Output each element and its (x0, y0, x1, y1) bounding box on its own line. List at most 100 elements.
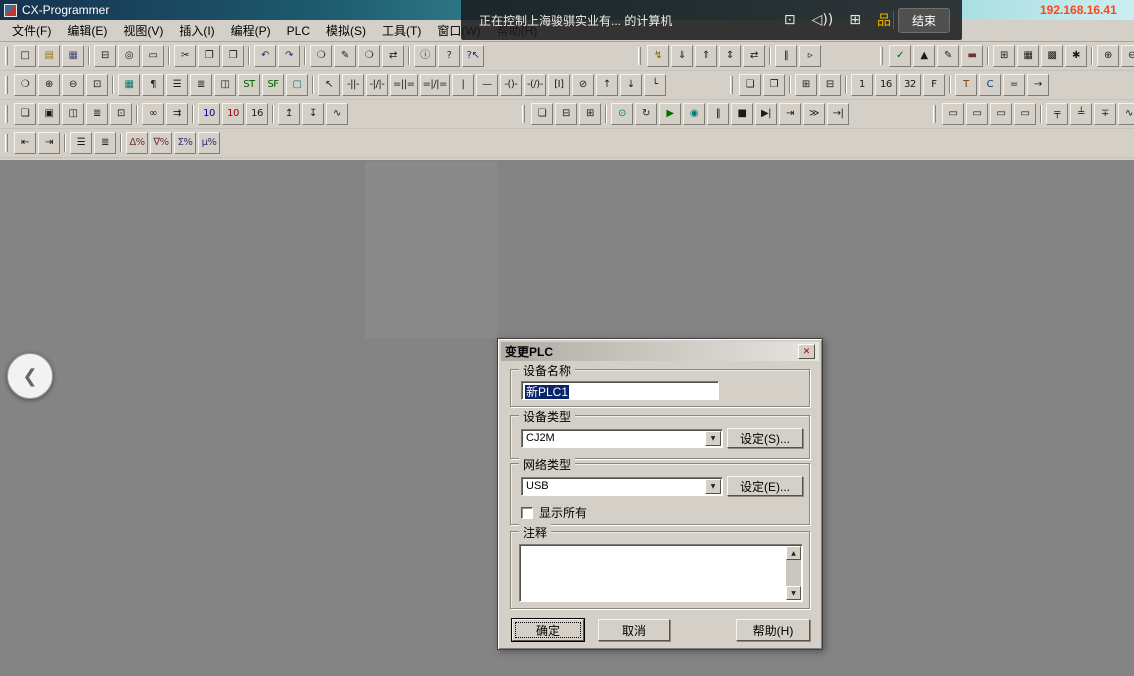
diagram-view-icon[interactable]: ❏ (739, 74, 761, 96)
upload-from-plc-icon[interactable]: ⇑ (695, 45, 717, 67)
force-status-icon[interactable]: ▬ (961, 45, 983, 67)
st-editor-icon[interactable]: ST (238, 74, 260, 96)
undo-icon[interactable]: ↶ (254, 45, 276, 67)
counter-instruction-icon[interactable]: C (979, 74, 1001, 96)
comment-textarea[interactable]: ▲ ▼ (519, 544, 803, 602)
fullscreen-icon[interactable]: ⊡ (784, 12, 796, 28)
monitor-resume-icon[interactable]: ▹ (799, 45, 821, 67)
windows-grid-icon[interactable]: ⊞ (849, 12, 861, 28)
data-trace-icon[interactable]: ∿ (326, 103, 348, 125)
rising-edge-icon[interactable]: ↑ (596, 74, 618, 96)
close-icon[interactable]: ✕ (798, 344, 815, 359)
chevron-down-icon[interactable]: ▼ (705, 431, 721, 446)
run-icon[interactable]: ▶ (659, 103, 681, 125)
copy-icon[interactable]: ❐ (198, 45, 220, 67)
sync-transfer-icon[interactable]: ↻ (635, 103, 657, 125)
app-icon[interactable] (4, 4, 17, 17)
magnify-icon[interactable]: ❍ (14, 74, 36, 96)
zoom-in-icon[interactable]: ⊕ (1097, 45, 1119, 67)
holding-memory-icon[interactable]: ▭ (990, 103, 1012, 125)
dword-type-icon[interactable]: 32 (899, 74, 921, 96)
print-icon[interactable]: ⊟ (94, 45, 116, 67)
falling-edge-icon[interactable]: ↓ (620, 74, 642, 96)
scroll-up-icon[interactable]: ▲ (786, 546, 801, 560)
new-file-icon[interactable]: □ (14, 45, 36, 67)
split-window-icon[interactable]: ◫ (62, 103, 84, 125)
device-type-select[interactable]: CJ2M ▼ (521, 429, 723, 448)
toolbar-grip[interactable] (5, 134, 8, 152)
or-contact-open-icon[interactable]: =||= (390, 74, 418, 96)
tile-vertical-icon[interactable]: ⊞ (579, 103, 601, 125)
monitor-decimal-icon[interactable]: 10 (198, 103, 220, 125)
rung-comment-icon[interactable]: ¶ (142, 74, 164, 96)
timer-instruction-icon[interactable]: T (955, 74, 977, 96)
differential-monitor-icon[interactable]: Δ% (126, 132, 148, 154)
replace-icon[interactable]: ✎ (334, 45, 356, 67)
comment-value[interactable] (521, 546, 786, 600)
extended-memory-icon[interactable]: ▭ (1014, 103, 1036, 125)
transfer-io-icon[interactable]: ⇄ (743, 45, 765, 67)
plc-settings-icon[interactable]: ✱ (1065, 45, 1087, 67)
zoom-out-icon[interactable]: ⊖ (62, 74, 84, 96)
cascade-windows-icon[interactable]: ❏ (531, 103, 553, 125)
window-list-icon[interactable]: ≣ (86, 103, 108, 125)
cut-icon[interactable]: ✂ (174, 45, 196, 67)
inverse-icon[interactable]: ⊘ (572, 74, 594, 96)
ok-button[interactable]: 确定 (512, 619, 584, 641)
download-to-plc-icon[interactable]: ⇓ (671, 45, 693, 67)
force-on-icon[interactable]: ╤ (1046, 103, 1068, 125)
chevron-down-icon[interactable]: ▼ (705, 479, 721, 494)
toolbar-grip[interactable] (730, 76, 733, 94)
rung-list-icon[interactable]: ≣ (94, 132, 116, 154)
float-type-icon[interactable]: F (923, 74, 945, 96)
io-memory-icon[interactable]: ▭ (942, 103, 964, 125)
instruction-box-icon[interactable]: [I] (548, 74, 570, 96)
coil-output-icon[interactable]: -()- (500, 74, 522, 96)
device-type-settings-button[interactable]: 设定(S)... (727, 428, 803, 448)
monitor-mode-icon[interactable]: ◉ (683, 103, 705, 125)
online-edit-icon[interactable]: ✎ (937, 45, 959, 67)
back-button[interactable]: ❮ (7, 353, 53, 399)
select-mode-icon[interactable]: ↖ (318, 74, 340, 96)
link-view-icon[interactable]: ∞ (142, 103, 164, 125)
context-help-icon[interactable]: ?↖ (462, 45, 484, 67)
line-connect-icon[interactable]: └ (644, 74, 666, 96)
step-run-icon[interactable]: ▶| (755, 103, 777, 125)
work-online-icon[interactable]: ↯ (647, 45, 669, 67)
monitor-screen-icon[interactable]: ▢ (286, 74, 308, 96)
previous-rung-icon[interactable]: ⇤ (14, 132, 36, 154)
monitor-hex-icon[interactable]: 16 (246, 103, 268, 125)
force-off-icon[interactable]: ╧ (1070, 103, 1092, 125)
menu-item-3[interactable]: 视图(V) (115, 20, 171, 41)
section-list-icon[interactable]: ≣ (190, 74, 212, 96)
horizontal-line-icon[interactable]: — (476, 74, 498, 96)
overview-icon[interactable]: ◫ (214, 74, 236, 96)
menu-item-4[interactable]: 插入(I) (171, 20, 222, 41)
menu-item-8[interactable]: 工具(T) (374, 20, 429, 41)
time-chart-icon[interactable]: ∿ (1118, 103, 1134, 125)
monitor-pause-icon[interactable]: ‖ (775, 45, 797, 67)
bit-type-icon[interactable]: 1 (851, 74, 873, 96)
next-rung-icon[interactable]: ⇥ (38, 132, 60, 154)
coil-closed-icon[interactable]: -(/)- (524, 74, 546, 96)
next-reference-icon[interactable]: ↧ (302, 103, 324, 125)
toolbar-grip[interactable] (5, 105, 8, 123)
symbol-table-icon[interactable]: ☰ (166, 74, 188, 96)
differentiate-icon[interactable]: ∓ (1094, 103, 1116, 125)
fit-view-icon[interactable]: ⊡ (86, 74, 108, 96)
occupancy-monitor-icon[interactable]: Σ% (174, 132, 196, 154)
zoom-out-icon[interactable]: ⊖ (1121, 45, 1134, 67)
monitor-signed-icon[interactable]: 10 (222, 103, 244, 125)
vertical-line-icon[interactable]: | (452, 74, 474, 96)
help-icon[interactable]: ? (438, 45, 460, 67)
find-in-project-icon[interactable]: ❍ (358, 45, 380, 67)
contact-closed-icon[interactable]: -|/|- (366, 74, 388, 96)
usage-monitor-icon[interactable]: µ% (198, 132, 220, 154)
paste-icon[interactable]: ❒ (222, 45, 244, 67)
toolbar-grip[interactable] (5, 47, 8, 65)
program-check-icon[interactable]: ✓ (889, 45, 911, 67)
info-icon[interactable]: ⓘ (414, 45, 436, 67)
stop-icon[interactable]: ■ (731, 103, 753, 125)
network-quality-icon[interactable]: 品 (877, 10, 891, 30)
compile-icon[interactable]: ▲ (913, 45, 935, 67)
